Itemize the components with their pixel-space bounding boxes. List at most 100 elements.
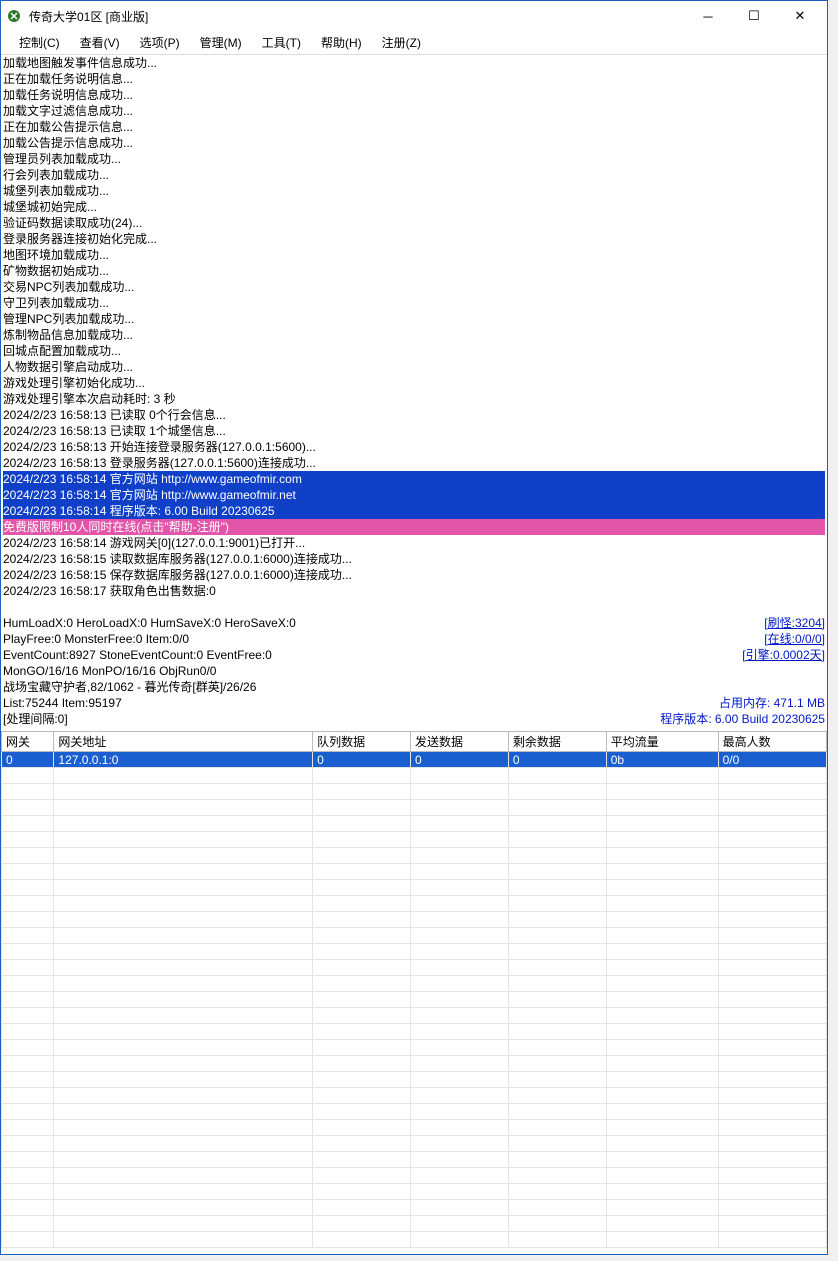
log-line[interactable]: 2024/2/23 16:58:13 登录服务器(127.0.0.1:5600)… — [3, 455, 825, 471]
table-row[interactable] — [2, 1008, 827, 1024]
col-header[interactable]: 发送数据 — [410, 732, 508, 752]
table-cell — [2, 848, 54, 864]
log-line[interactable]: 加载任务说明信息成功... — [3, 87, 825, 103]
table-cell — [508, 880, 606, 896]
table-row[interactable] — [2, 944, 827, 960]
table-row[interactable] — [2, 1056, 827, 1072]
table-row[interactable] — [2, 880, 827, 896]
log-area[interactable]: 加载地图触发事件信息成功...正在加载任务说明信息...加载任务说明信息成功..… — [1, 55, 827, 613]
log-line[interactable]: 人物数据引擎启动成功... — [3, 359, 825, 375]
log-line[interactable]: 2024/2/23 16:58:15 保存数据库服务器(127.0.0.1:60… — [3, 567, 825, 583]
table-row[interactable] — [2, 864, 827, 880]
log-line[interactable]: 正在加载任务说明信息... — [3, 71, 825, 87]
table-row[interactable] — [2, 848, 827, 864]
menu-tools[interactable]: 工具(T) — [252, 34, 311, 51]
log-line[interactable]: 行会列表加载成功... — [3, 167, 825, 183]
log-line[interactable]: 加载地图触发事件信息成功... — [3, 55, 825, 71]
col-header[interactable]: 网关地址 — [54, 732, 313, 752]
table-cell — [54, 1120, 313, 1136]
table-cell — [508, 832, 606, 848]
log-line[interactable]: 2024/2/23 16:58:13 已读取 1个城堡信息... — [3, 423, 825, 439]
table-row[interactable] — [2, 784, 827, 800]
table-row[interactable] — [2, 1200, 827, 1216]
table-row[interactable] — [2, 960, 827, 976]
menu-manage[interactable]: 管理(M) — [190, 34, 252, 51]
log-line[interactable]: 矿物数据初始成功... — [3, 263, 825, 279]
log-line[interactable]: 2024/2/23 16:58:14 官方网站 http://www.gameo… — [3, 471, 825, 487]
table-row[interactable] — [2, 976, 827, 992]
log-line[interactable]: 正在加载公告提示信息... — [3, 119, 825, 135]
menu-register[interactable]: 注册(Z) — [372, 34, 431, 51]
log-line[interactable]: 管理NPC列表加载成功... — [3, 311, 825, 327]
table-row[interactable] — [2, 1216, 827, 1232]
table-row[interactable] — [2, 1136, 827, 1152]
col-header[interactable]: 网关 — [2, 732, 54, 752]
log-line[interactable]: 地图环境加载成功... — [3, 247, 825, 263]
close-button[interactable]: ✕ — [777, 1, 823, 31]
menu-view[interactable]: 查看(V) — [70, 34, 130, 51]
table-row[interactable] — [2, 832, 827, 848]
log-line[interactable]: 管理员列表加载成功... — [3, 151, 825, 167]
col-header[interactable]: 队列数据 — [313, 732, 411, 752]
table-row[interactable] — [2, 1072, 827, 1088]
log-line[interactable]: 2024/2/23 16:58:15 读取数据库服务器(127.0.0.1:60… — [3, 551, 825, 567]
table-row[interactable] — [2, 768, 827, 784]
table-cell — [606, 768, 718, 784]
gateway-table[interactable]: 网关网关地址队列数据发送数据剩余数据平均流量最高人数 0127.0.0.1:00… — [1, 731, 827, 1248]
log-line[interactable]: 城堡城初始完成... — [3, 199, 825, 215]
table-cell — [718, 944, 826, 960]
table-row[interactable] — [2, 1104, 827, 1120]
log-line[interactable]: 守卫列表加载成功... — [3, 295, 825, 311]
table-row[interactable] — [2, 1184, 827, 1200]
log-line[interactable]: 2024/2/23 16:58:17 获取角色出售数据:0 — [3, 583, 825, 599]
table-row[interactable] — [2, 1120, 827, 1136]
table-cell — [2, 832, 54, 848]
log-line[interactable]: 2024/2/23 16:58:13 开始连接登录服务器(127.0.0.1:5… — [3, 439, 825, 455]
log-line[interactable]: 游戏处理引擎初始化成功... — [3, 375, 825, 391]
table-row[interactable] — [2, 992, 827, 1008]
log-line[interactable]: 城堡列表加载成功... — [3, 183, 825, 199]
table-row[interactable] — [2, 928, 827, 944]
table-cell — [2, 1216, 54, 1232]
table-row[interactable] — [2, 1040, 827, 1056]
col-header[interactable]: 剩余数据 — [508, 732, 606, 752]
table-row[interactable] — [2, 1152, 827, 1168]
stat-online[interactable]: [在线:0/0/0] — [764, 631, 825, 647]
stat-monster-refresh[interactable]: [刷怪:3204] — [764, 615, 825, 631]
table-cell — [313, 1088, 411, 1104]
log-line[interactable]: 2024/2/23 16:58:14 官方网站 http://www.gameo… — [3, 487, 825, 503]
table-row[interactable] — [2, 1088, 827, 1104]
table-row[interactable] — [2, 912, 827, 928]
table-row[interactable] — [2, 1232, 827, 1248]
table-row[interactable] — [2, 816, 827, 832]
log-line[interactable]: 加载文字过滤信息成功... — [3, 103, 825, 119]
log-line[interactable]: 炼制物品信息加载成功... — [3, 327, 825, 343]
log-line[interactable]: 免费版限制10人同时在线(点击"帮助-注册") — [3, 519, 825, 535]
table-cell — [2, 880, 54, 896]
menu-control[interactable]: 控制(C) — [9, 34, 70, 51]
log-line[interactable]: 验证码数据读取成功(24)... — [3, 215, 825, 231]
log-line[interactable]: 2024/2/23 16:58:13 已读取 0个行会信息... — [3, 407, 825, 423]
table-cell: 127.0.0.1:0 — [54, 752, 313, 768]
table-row[interactable]: 0127.0.0.1:00000b0/0 — [2, 752, 827, 768]
col-header[interactable]: 最高人数 — [718, 732, 826, 752]
titlebar[interactable]: 传奇大学01区 [商业版] ─ ☐ ✕ — [1, 1, 827, 31]
gateway-table-wrap[interactable]: 网关网关地址队列数据发送数据剩余数据平均流量最高人数 0127.0.0.1:00… — [1, 731, 827, 1253]
menu-options[interactable]: 选项(P) — [130, 34, 190, 51]
log-line[interactable]: 登录服务器连接初始化完成... — [3, 231, 825, 247]
log-line[interactable]: 2024/2/23 16:58:14 程序版本: 6.00 Build 2023… — [3, 503, 825, 519]
minimize-button[interactable]: ─ — [685, 1, 731, 31]
table-row[interactable] — [2, 1024, 827, 1040]
maximize-button[interactable]: ☐ — [731, 1, 777, 31]
stat-engine[interactable]: [引擎:0.0002天] — [742, 647, 825, 663]
log-line[interactable]: 游戏处理引擎本次启动耗时: 3 秒 — [3, 391, 825, 407]
menu-help[interactable]: 帮助(H) — [311, 34, 372, 51]
log-line[interactable]: 交易NPC列表加载成功... — [3, 279, 825, 295]
table-row[interactable] — [2, 800, 827, 816]
log-line[interactable]: 2024/2/23 16:58:14 游戏网关[0](127.0.0.1:900… — [3, 535, 825, 551]
col-header[interactable]: 平均流量 — [606, 732, 718, 752]
log-line[interactable]: 回城点配置加载成功... — [3, 343, 825, 359]
table-row[interactable] — [2, 896, 827, 912]
log-line[interactable]: 加载公告提示信息成功... — [3, 135, 825, 151]
table-row[interactable] — [2, 1168, 827, 1184]
